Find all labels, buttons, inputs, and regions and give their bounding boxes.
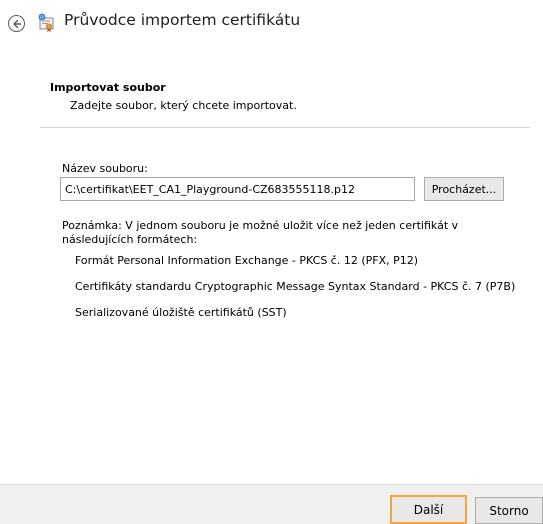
file-name-input[interactable] bbox=[60, 177, 415, 201]
format-item-pfx: Formát Personal Information Exchange - P… bbox=[75, 254, 419, 267]
section-title: Importovat soubor bbox=[50, 81, 166, 94]
file-name-label: Název souboru: bbox=[62, 162, 148, 175]
cancel-button[interactable]: Storno bbox=[475, 497, 543, 524]
header-separator bbox=[40, 127, 530, 128]
back-arrow-icon[interactable] bbox=[8, 15, 25, 32]
section-subtitle: Zadejte soubor, který chcete importovat. bbox=[70, 99, 297, 112]
browse-button[interactable]: Procházet... bbox=[424, 177, 504, 201]
certificate-wizard-icon bbox=[38, 13, 54, 32]
wizard-title: Průvodce importem certifikátu bbox=[64, 11, 301, 29]
back-arrow-glyph bbox=[12, 19, 21, 28]
next-button[interactable]: Další bbox=[390, 495, 467, 524]
format-item-sst: Serializované úložiště certifikátů (SST) bbox=[75, 306, 287, 319]
note-text: Poznámka: V jednom souboru je možné ulož… bbox=[62, 219, 459, 246]
wizard-header: Průvodce importem certifikátu bbox=[0, 0, 543, 52]
format-item-p7b: Certifikáty standardu Cryptographic Mess… bbox=[75, 280, 516, 293]
